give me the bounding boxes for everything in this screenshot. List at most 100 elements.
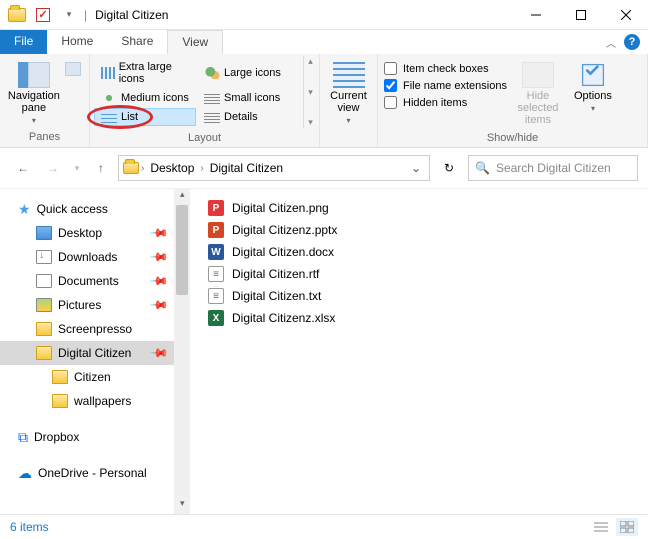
qat-properties-button[interactable]: ✓ — [32, 4, 54, 26]
close-button[interactable] — [603, 0, 648, 30]
file-item[interactable]: P Digital Citizen.png — [208, 197, 648, 219]
minimize-button[interactable] — [513, 0, 558, 30]
forward-button[interactable]: → — [40, 155, 66, 181]
address-bar: ← → ▾ ↑ › Desktop › Digital Citizen ⌄ ↻ … — [0, 148, 648, 188]
tab-view[interactable]: View — [167, 30, 223, 54]
list-icon — [101, 111, 117, 123]
file-name: Digital Citizen.docx — [232, 245, 334, 259]
extra-large-icon — [101, 67, 115, 79]
title-bar: ✓ ▾ | Digital Citizen — [0, 0, 648, 30]
group-label-showhide: Show/hide — [378, 130, 647, 148]
file-item[interactable]: PDigital Citizenz.pptx — [208, 219, 648, 241]
file-item[interactable]: WDigital Citizen.docx — [208, 241, 648, 263]
layout-large-icons[interactable]: Large icons — [197, 58, 299, 88]
window-title: Digital Citizen — [95, 8, 168, 22]
hide-items-icon — [522, 62, 554, 88]
tree-downloads[interactable]: Downloads📌 — [0, 245, 174, 269]
downloads-icon — [36, 250, 52, 264]
details-view-toggle[interactable] — [590, 518, 612, 536]
help-button[interactable]: ? — [624, 34, 640, 50]
search-box[interactable]: 🔍 Search Digital Citizen — [468, 155, 638, 181]
hide-selected-items-button[interactable]: Hide selected items — [509, 58, 567, 126]
tree-documents[interactable]: Documents📌 — [0, 269, 174, 293]
pin-icon: 📌 — [149, 271, 169, 291]
tree-wallpapers[interactable]: wallpapers — [0, 389, 174, 413]
layout-details[interactable]: Details — [197, 108, 299, 126]
layout-gallery: Extra large icons Large icons Medium ico… — [92, 56, 301, 128]
layout-gallery-scroll[interactable]: ▴▾▾ — [303, 56, 317, 128]
file-extensions-checkbox[interactable] — [384, 79, 397, 92]
file-item[interactable]: ≡ Digital Citizen.rtf — [208, 263, 648, 285]
address-box[interactable]: › Desktop › Digital Citizen ⌄ — [118, 155, 430, 181]
recent-locations-button[interactable]: ▾ — [70, 155, 84, 181]
small-icon — [204, 92, 220, 104]
navigation-pane-button[interactable]: Navigation pane ▾ — [6, 58, 62, 125]
chevron-right-icon[interactable]: › — [141, 163, 144, 174]
pin-icon: 📌 — [149, 343, 169, 363]
navigation-pane-icon — [18, 62, 50, 88]
tree-onedrive[interactable]: ☁OneDrive - Personal — [0, 461, 174, 485]
qat-folder-button[interactable] — [6, 4, 28, 26]
hidden-items-toggle[interactable]: Hidden items — [384, 96, 507, 109]
file-extensions-toggle[interactable]: File name extensions — [384, 79, 507, 92]
item-checkboxes-checkbox[interactable] — [384, 62, 397, 75]
layout-list[interactable]: List — [94, 108, 196, 126]
file-list[interactable]: P Digital Citizen.png PDigital Citizenz.pp… — [190, 189, 648, 514]
address-dropdown[interactable]: ⌄ — [407, 161, 425, 175]
rtf-file-icon: ≡ — [208, 266, 224, 282]
breadcrumb-digital-citizen[interactable]: Digital Citizen — [206, 161, 287, 175]
item-checkboxes-toggle[interactable]: Item check boxes — [384, 62, 507, 75]
file-name: Digital Citizen.png — [232, 201, 329, 215]
tree-pictures[interactable]: Pictures📌 — [0, 293, 174, 317]
navigation-tree: ★Quick access Desktop📌 Downloads📌 Docume… — [0, 189, 190, 514]
tab-file[interactable]: File — [0, 30, 47, 54]
tree-dropbox[interactable]: ⧉Dropbox — [0, 425, 174, 449]
folder-icon — [123, 162, 139, 174]
png-file-icon: P — [208, 200, 224, 216]
up-button[interactable]: ↑ — [88, 155, 114, 181]
back-button[interactable]: ← — [10, 155, 36, 181]
status-bar: 6 items — [0, 514, 648, 538]
file-name: Digital Citizenz.xlsx — [232, 311, 335, 325]
current-view-button[interactable]: Current view ▾ — [326, 58, 371, 125]
tree-quick-access[interactable]: ★Quick access — [0, 197, 174, 221]
chevron-right-icon[interactable]: › — [200, 163, 203, 174]
options-button[interactable]: Options ▾ — [569, 58, 617, 126]
scroll-down-icon[interactable]: ▾ — [174, 498, 190, 514]
tree-scrollbar[interactable]: ▴ ▾ — [174, 189, 190, 514]
layout-medium-icons[interactable]: Medium icons — [94, 89, 196, 107]
tree-citizen[interactable]: Citizen — [0, 365, 174, 389]
breadcrumb-desktop[interactable]: Desktop — [146, 161, 198, 175]
collapse-ribbon-button[interactable]: ︿ — [606, 35, 616, 50]
desktop-icon — [36, 226, 52, 240]
scroll-thumb[interactable] — [176, 205, 188, 295]
pptx-file-icon: P — [208, 222, 224, 238]
dropbox-icon: ⧉ — [18, 429, 28, 446]
layout-extra-large-icons[interactable]: Extra large icons — [94, 58, 196, 88]
tab-share[interactable]: Share — [107, 30, 167, 54]
tree-screenpresso[interactable]: Screenpresso — [0, 317, 174, 341]
qat-dropdown[interactable]: ▾ — [58, 4, 80, 26]
medium-icon — [101, 92, 117, 104]
tree-desktop[interactable]: Desktop📌 — [0, 221, 174, 245]
maximize-button[interactable] — [558, 0, 603, 30]
quick-access-toolbar: ✓ ▾ — [0, 4, 80, 26]
folder-icon — [52, 370, 68, 384]
panes-split-button[interactable] — [64, 58, 83, 125]
scroll-up-icon[interactable]: ▴ — [174, 189, 190, 205]
layout-small-icons[interactable]: Small icons — [197, 89, 299, 107]
status-item-count: 6 items — [10, 520, 49, 534]
tree-digital-citizen[interactable]: Digital Citizen📌 — [0, 341, 174, 365]
pane-icon — [65, 62, 81, 76]
star-icon: ★ — [18, 201, 31, 218]
pin-icon: 📌 — [149, 295, 169, 315]
hidden-items-checkbox[interactable] — [384, 96, 397, 109]
icons-view-toggle[interactable] — [616, 518, 638, 536]
refresh-button[interactable]: ↻ — [434, 155, 464, 181]
file-item[interactable]: ≡Digital Citizen.txt — [208, 285, 648, 307]
ribbon-tabs: File Home Share View ︿ ? — [0, 30, 648, 54]
folder-icon — [36, 322, 52, 336]
file-item[interactable]: XDigital Citizenz.xlsx — [208, 307, 648, 329]
file-name: Digital Citizen.rtf — [232, 267, 319, 281]
tab-home[interactable]: Home — [47, 30, 107, 54]
